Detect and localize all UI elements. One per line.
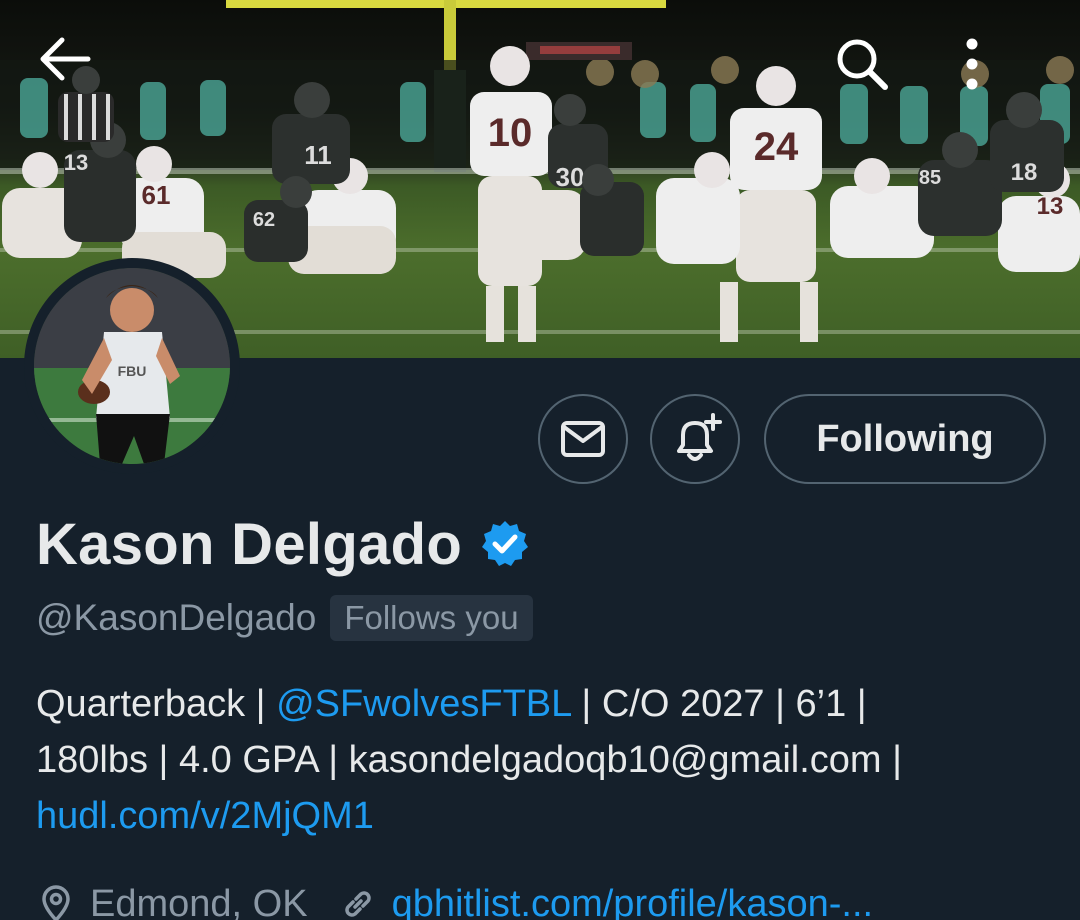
search-button[interactable]: [834, 36, 918, 120]
svg-text:61: 61: [142, 180, 171, 210]
svg-text:62: 62: [253, 209, 275, 231]
message-button[interactable]: [538, 394, 628, 484]
bio-line-2: 180lbs | 4.0 GPA | kasondelgadoqb10@gmai…: [36, 739, 903, 781]
location-pin-icon: [36, 884, 76, 920]
back-button[interactable]: [38, 36, 122, 120]
notifications-button[interactable]: [650, 394, 740, 484]
bio-line-1: Quarterback | @SFwolvesFTBL | C/O 2027 |…: [36, 676, 1056, 732]
svg-text:FBU: FBU: [118, 363, 147, 379]
svg-text:13: 13: [1037, 193, 1064, 220]
bell-plus-icon: [677, 413, 722, 461]
bio-hudl-link[interactable]: hudl.com/v/2MjQM1: [36, 788, 1056, 844]
more-options-button[interactable]: [965, 36, 1049, 120]
verified-badge-icon[interactable]: [480, 519, 530, 569]
profile-meta-row: Edmond, OK qbhitlist.com/profile/kason-.…: [36, 876, 873, 920]
svg-text:11: 11: [304, 140, 332, 170]
svg-text:18: 18: [1011, 159, 1038, 186]
bio-text: Quarterback |: [36, 683, 277, 725]
username-handle: @KasonDelgado: [36, 597, 317, 638]
search-icon: [837, 39, 888, 90]
handle-row: @KasonDelgado Follows you: [36, 592, 533, 644]
website-link[interactable]: qbhitlist.com/profile/kason-...: [392, 883, 874, 920]
avatar[interactable]: FBU: [24, 258, 240, 474]
svg-text:10: 10: [488, 111, 533, 155]
bio-mention-link[interactable]: @SFwolvesFTBL: [276, 683, 571, 725]
following-button[interactable]: Following: [764, 394, 1046, 484]
link-icon: [338, 884, 378, 920]
arrow-left-icon: [40, 37, 91, 81]
envelope-icon: [561, 421, 605, 457]
profile-name-row: Kason Delgado: [36, 508, 530, 580]
more-vertical-icon: [966, 38, 978, 90]
svg-text:85: 85: [919, 167, 941, 189]
avatar-photo: FBU: [34, 268, 230, 464]
location-text: Edmond, OK: [90, 882, 308, 920]
display-name: Kason Delgado: [36, 511, 463, 577]
follows-you-badge: Follows you: [330, 595, 533, 641]
svg-text:24: 24: [754, 125, 799, 169]
bio-text: | C/O 2027 | 6’1 |: [570, 683, 867, 725]
svg-text:13: 13: [64, 150, 88, 175]
profile-bio: Quarterback | @SFwolvesFTBL | C/O 2027 |…: [36, 676, 1056, 844]
svg-text:30: 30: [556, 162, 585, 192]
